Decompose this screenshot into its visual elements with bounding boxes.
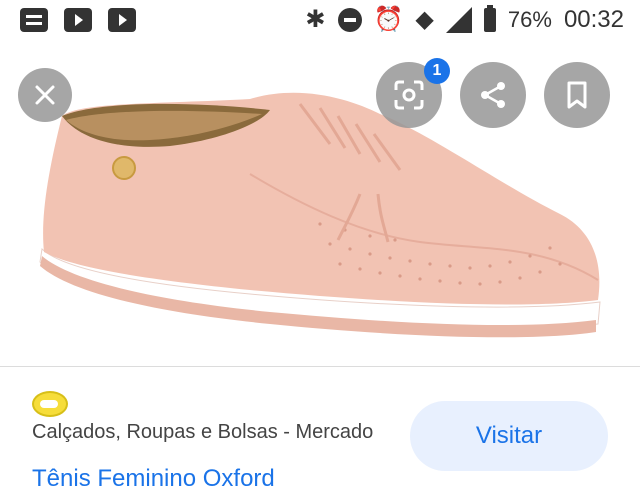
close-button[interactable] bbox=[18, 68, 72, 122]
site-favicon-icon bbox=[32, 391, 68, 417]
share-icon bbox=[481, 82, 505, 108]
doc-icon bbox=[20, 8, 48, 32]
battery-icon bbox=[483, 5, 496, 32]
image-preview[interactable]: 1 bbox=[0, 44, 640, 366]
youtube-icon bbox=[108, 8, 136, 32]
system-icons: ✱ ⏰ ◆ 76% 00:32 bbox=[305, 5, 624, 34]
notification-icons bbox=[20, 8, 136, 32]
status-bar: ✱ ⏰ ◆ 76% 00:32 bbox=[0, 0, 640, 44]
bookmark-button[interactable] bbox=[544, 62, 610, 128]
bookmark-icon bbox=[567, 81, 587, 109]
clock: 00:32 bbox=[563, 6, 624, 33]
alarm-icon: ⏰ bbox=[373, 6, 404, 33]
source-text: Calçados, Roupas e Bolsas - Mercado bbox=[32, 421, 374, 443]
share-button[interactable] bbox=[460, 62, 526, 128]
lens-icon bbox=[394, 80, 424, 110]
result-title-link[interactable]: Tênis Feminino Oxford bbox=[32, 465, 632, 493]
visit-button[interactable]: Visitar bbox=[410, 401, 608, 471]
bluetooth-icon: ✱ bbox=[305, 6, 326, 33]
battery-percent: 76% bbox=[507, 7, 552, 32]
close-icon bbox=[35, 85, 55, 105]
youtube-icon bbox=[64, 8, 92, 32]
wifi-icon: ◆ bbox=[415, 6, 434, 33]
lens-badge: 1 bbox=[424, 58, 450, 84]
signal-icon bbox=[445, 7, 472, 33]
do-not-disturb-icon bbox=[337, 8, 362, 32]
result-card: Calçados, Roupas e Bolsas - Mercado Visi… bbox=[0, 367, 640, 492]
